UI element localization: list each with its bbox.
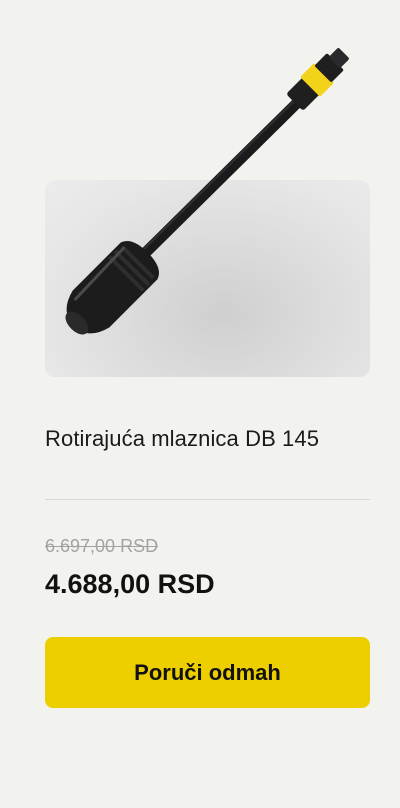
product-card[interactable]: Rotirajuća mlaznica DB 145 6.697,00 RSD …	[0, 0, 400, 808]
old-price: 6.697,00 RSD	[45, 536, 159, 556]
current-price: 4.688,00 RSD	[45, 569, 215, 599]
product-title[interactable]: Rotirajuća mlaznica DB 145	[45, 425, 375, 453]
product-image-background	[45, 180, 370, 377]
order-now-button[interactable]: Poruči odmah	[45, 637, 370, 708]
divider	[45, 499, 370, 500]
